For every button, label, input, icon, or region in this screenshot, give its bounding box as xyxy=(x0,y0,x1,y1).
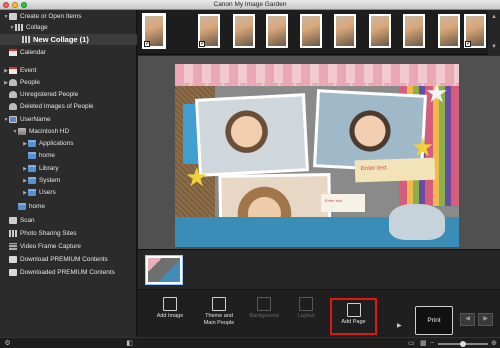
sidebar-item-macintosh-hd[interactable]: ▼ Macintosh HD xyxy=(12,126,69,137)
sidebar-item-library[interactable]: ▶ Library xyxy=(22,163,59,174)
multi-page-view-icon[interactable]: ▦ xyxy=(420,340,427,347)
sidebar-item-new-collage[interactable]: New Collage (1) xyxy=(0,34,137,45)
folder-icon xyxy=(28,165,36,172)
zoom-in-icon[interactable]: ⊕ xyxy=(491,340,497,347)
collage-preview[interactable]: Enter text. Enter text. ★ ★ ★ xyxy=(175,64,459,247)
filmstrip-thumbnail[interactable] xyxy=(369,14,391,48)
sidebar-item-home[interactable]: home xyxy=(28,150,55,161)
scan-icon xyxy=(9,217,17,224)
collage-doc-icon xyxy=(22,36,30,43)
window-title: Canon My Image Garden xyxy=(213,1,287,8)
create-items-icon xyxy=(9,13,17,20)
filmstrip-thumbnail[interactable]: ✓ xyxy=(142,13,166,49)
folder-icon xyxy=(28,152,36,159)
unregistered-people-icon xyxy=(9,91,17,98)
layout-icon xyxy=(299,297,313,311)
sidebar-item-home-2[interactable]: home xyxy=(18,201,45,212)
folder-icon xyxy=(28,189,36,196)
star-decoration-icon: ★ xyxy=(411,132,435,162)
layout-button[interactable]: Layout xyxy=(284,294,328,334)
main-area: ✓ ✓ ✓ ▲ ▼ Enter text. Enter text. ★ ★ ★ xyxy=(138,10,500,337)
add-image-button[interactable]: Add Image xyxy=(148,294,192,334)
elephant-decoration-icon xyxy=(389,204,445,240)
zoom-slider[interactable] xyxy=(438,341,488,347)
next-page-button[interactable]: ▶ xyxy=(478,313,493,326)
background-icon xyxy=(257,297,271,311)
sidebar-item-username[interactable]: ▼ UserName xyxy=(3,114,51,125)
sidebar-item-video-frame-capture[interactable]: Video Frame Capture xyxy=(9,241,81,252)
add-page-icon xyxy=(346,303,361,317)
filmstrip-thumbnail[interactable]: ✓ xyxy=(464,14,486,48)
photo-sharing-icon xyxy=(9,230,17,237)
add-image-icon xyxy=(163,297,177,311)
filmstrip-thumbnail[interactable] xyxy=(438,14,460,48)
background-button[interactable]: Background xyxy=(242,294,286,334)
checkbox-checked-icon[interactable]: ✓ xyxy=(199,41,205,47)
sidebar-item-deleted-images-of-people[interactable]: Deleted Images of People xyxy=(9,101,94,112)
title-bar: Canon My Image Garden xyxy=(0,0,500,10)
collage-banner xyxy=(175,64,459,89)
theme-and-main-people-button[interactable]: Theme and Main People xyxy=(194,294,244,334)
sidebar-item-users[interactable]: ▶ Users xyxy=(22,187,56,198)
image-filmstrip: ✓ ✓ ✓ ▲ ▼ xyxy=(138,10,500,55)
sidebar-item-scan[interactable]: Scan xyxy=(9,215,35,226)
sidebar-item-system[interactable]: ▶ System xyxy=(22,175,60,186)
event-icon xyxy=(9,67,17,74)
filmstrip-scrollbar[interactable]: ▲ ▼ xyxy=(488,10,500,55)
star-decoration-icon: ★ xyxy=(185,162,209,192)
filmstrip-thumbnail[interactable] xyxy=(233,14,255,48)
sidebar-item-create-or-open-items[interactable]: ▼ Create or Open Items xyxy=(3,11,81,22)
filmstrip-thumbnail[interactable] xyxy=(334,14,356,48)
zoom-slider-knob[interactable] xyxy=(460,341,466,347)
scroll-up-icon[interactable]: ▲ xyxy=(491,14,498,20)
sidebar-item-collage[interactable]: ▼ Collage xyxy=(9,22,48,33)
filmstrip-thumbnail[interactable] xyxy=(403,14,425,48)
theme-people-icon xyxy=(212,297,226,311)
single-page-view-icon[interactable]: ▭ xyxy=(408,340,415,347)
sidebar-footer: ⚙ ◧ xyxy=(0,337,138,348)
collage-image-frame-1[interactable] xyxy=(195,93,309,177)
sidebar-item-photo-sharing-sites[interactable]: Photo Sharing Sites xyxy=(9,228,77,239)
computer-icon xyxy=(9,116,17,123)
sidebar: ▼ Create or Open Items ▼ Collage New Col… xyxy=(0,10,137,337)
sidebar-item-downloaded-premium-contents[interactable]: Downloaded PREMIUM Contents xyxy=(9,267,115,278)
collage-text-box-2[interactable]: Enter text. xyxy=(321,194,365,212)
scroll-down-icon[interactable]: ▼ xyxy=(491,44,498,50)
video-frame-icon xyxy=(9,243,17,250)
sidebar-item-people[interactable]: ▶ People xyxy=(3,77,40,88)
checkbox-checked-icon[interactable]: ✓ xyxy=(144,41,150,47)
panel-toggle-icon[interactable]: ◧ xyxy=(126,340,133,347)
calendar-icon xyxy=(9,49,17,56)
star-decoration-icon: ★ xyxy=(425,78,449,108)
hard-disk-icon xyxy=(18,128,26,135)
status-bar: ▭ ▦ − ⊕ xyxy=(138,337,500,348)
filmstrip-thumbnail[interactable]: ✓ xyxy=(198,14,220,48)
edit-canvas-area: Enter text. Enter text. ★ ★ ★ xyxy=(138,56,500,249)
filmstrip-thumbnail[interactable] xyxy=(266,14,288,48)
previous-page-button[interactable]: ◀ xyxy=(460,313,475,326)
pages-strip xyxy=(138,249,500,289)
add-page-button[interactable]: Add Page xyxy=(330,298,377,335)
folder-icon xyxy=(28,140,36,147)
deleted-people-icon xyxy=(9,103,17,110)
downloaded-contents-icon xyxy=(9,269,17,276)
sidebar-item-event[interactable]: ▶ Event xyxy=(3,65,36,76)
more-tools-arrow-icon[interactable]: ▶ xyxy=(397,322,402,329)
sidebar-item-calendar[interactable]: Calendar xyxy=(9,47,46,58)
zoom-out-icon[interactable]: − xyxy=(430,340,434,347)
download-icon xyxy=(9,256,17,263)
sidebar-item-unregistered-people[interactable]: Unregistered People xyxy=(9,89,78,100)
sidebar-item-download-premium-contents[interactable]: Download PREMIUM Contents xyxy=(9,254,108,265)
settings-icon[interactable]: ⚙ xyxy=(4,340,11,347)
people-icon xyxy=(9,79,17,86)
sidebar-item-applications[interactable]: ▶ Applications xyxy=(22,138,73,149)
collage-icon xyxy=(15,24,23,31)
checkbox-checked-icon[interactable]: ✓ xyxy=(465,41,471,47)
filmstrip-thumbnail[interactable] xyxy=(300,14,322,48)
home-folder-icon xyxy=(18,203,26,210)
page-thumbnail[interactable] xyxy=(145,255,183,285)
print-button[interactable]: Print xyxy=(415,306,453,335)
folder-icon xyxy=(28,177,36,184)
